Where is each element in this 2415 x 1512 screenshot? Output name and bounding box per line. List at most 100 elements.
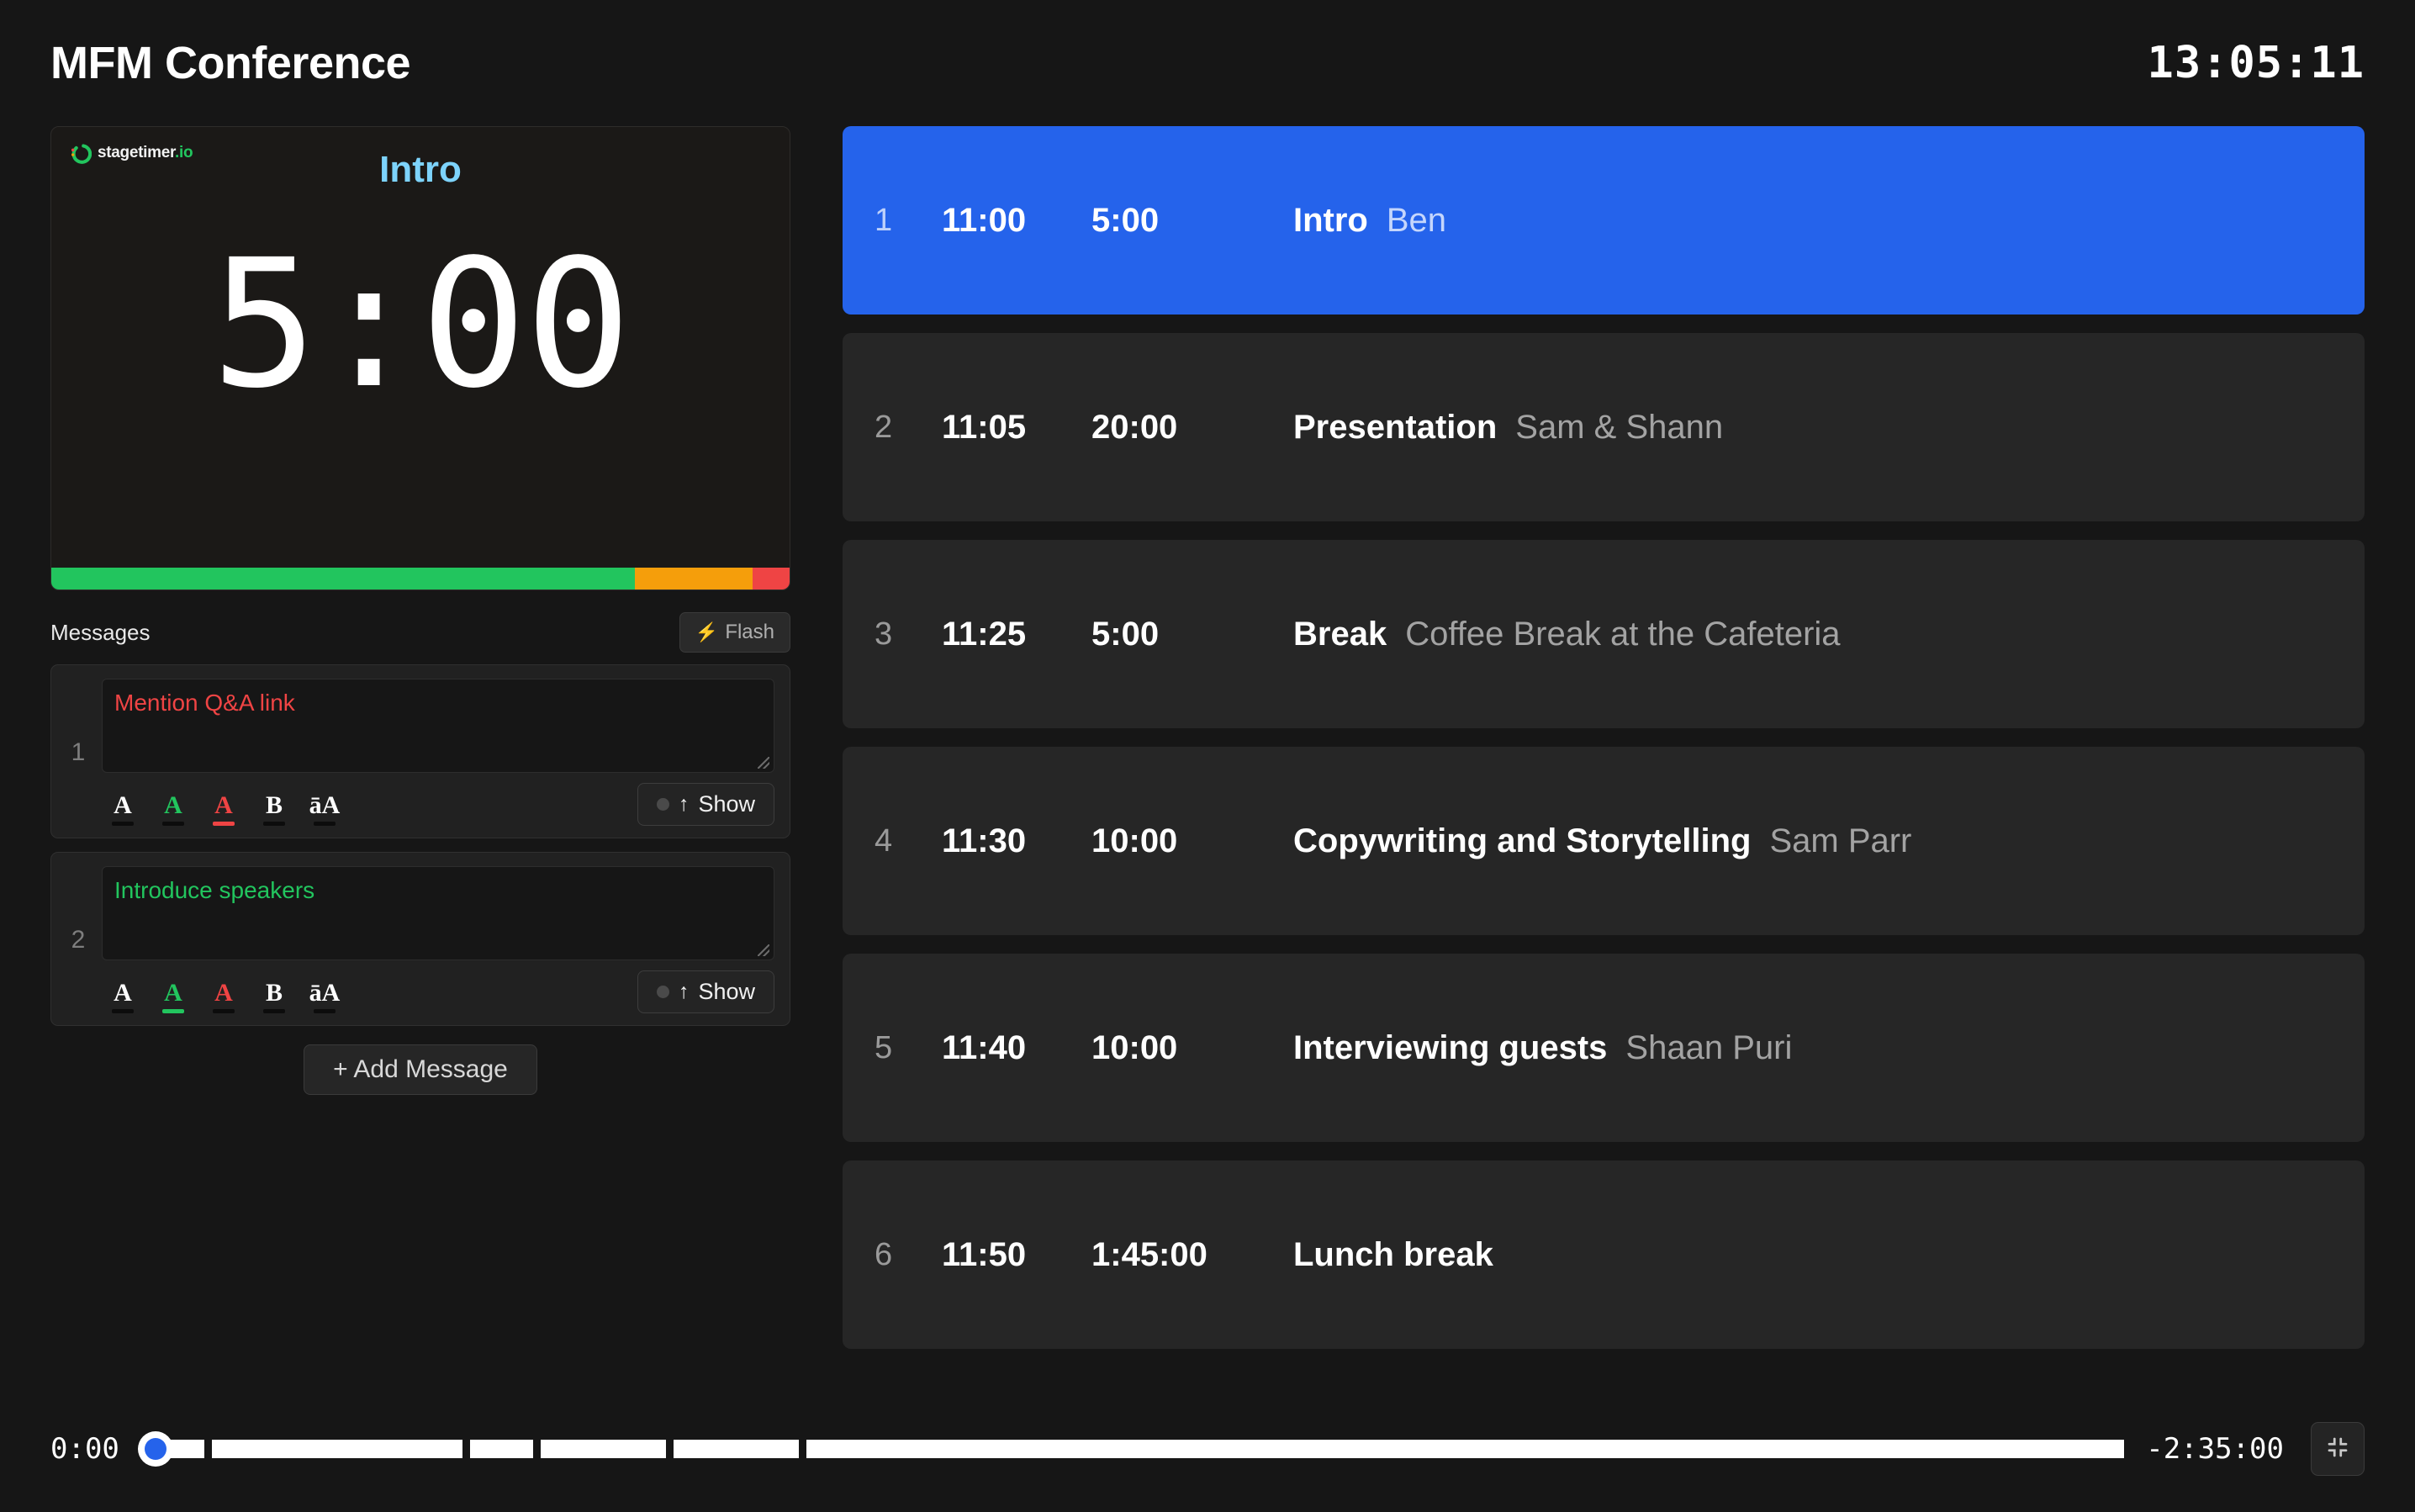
format-active-bar bbox=[112, 1009, 134, 1013]
show-button-label: Show bbox=[698, 791, 755, 817]
agenda-row[interactable]: 2 11:05 20:00 Presentation Sam & Shann bbox=[843, 333, 2365, 521]
message-text-input[interactable]: Mention Q&A link bbox=[102, 679, 774, 773]
agenda-row-index: 1 bbox=[875, 202, 893, 238]
agenda-row-index: 2 bbox=[875, 409, 893, 445]
format-button-color-green[interactable]: A bbox=[156, 981, 191, 1013]
format-glyph: A bbox=[164, 979, 182, 1007]
timeline-track[interactable] bbox=[140, 1440, 2125, 1458]
message-toolbar: A A A BāA ↑ Show bbox=[102, 783, 774, 826]
agenda-row-start-time: 11:40 bbox=[942, 1028, 1027, 1066]
show-status-dot bbox=[656, 986, 669, 998]
message-index: 2 bbox=[71, 925, 86, 954]
agenda-row-duration: 10:00 bbox=[1091, 822, 1178, 859]
agenda-row[interactable]: 5 11:40 10:00 Interviewing guests Shaan Puri bbox=[843, 954, 2365, 1142]
agenda-row[interactable]: 1 11:00 5:00 Intro Ben bbox=[843, 126, 2365, 315]
agenda-row-duration: 20:00 bbox=[1091, 408, 1178, 446]
message-text-input[interactable]: Introduce speakers bbox=[102, 866, 774, 960]
agenda-row-start-time: 11:25 bbox=[942, 615, 1027, 653]
show-message-button[interactable]: ↑ Show bbox=[637, 783, 774, 826]
agenda-row-duration: 5:00 bbox=[1091, 615, 1160, 653]
agenda-row-title: Intro bbox=[1293, 201, 1368, 239]
arrow-up-icon: ↑ bbox=[678, 792, 690, 816]
flash-button[interactable]: ⚡ Flash bbox=[679, 612, 790, 653]
format-glyph: B bbox=[265, 979, 283, 1007]
stagetimer-controller: MFM Conference 13:05:11 stagetimer.io In… bbox=[0, 0, 2415, 1512]
format-button-group: A A A BāA bbox=[102, 981, 342, 1013]
format-button-color-green[interactable]: A bbox=[156, 793, 191, 826]
agenda-row[interactable]: 4 11:30 10:00 Copywriting and Storytelling S… bbox=[843, 747, 2365, 935]
timeline-segment[interactable] bbox=[540, 1440, 666, 1458]
agenda-row[interactable]: 6 11:50 1:45:00 Lunch break bbox=[843, 1160, 2365, 1349]
format-button-color-white[interactable]: A bbox=[105, 981, 140, 1013]
show-button-label: Show bbox=[698, 979, 755, 1004]
agenda-row-title: Lunch break bbox=[1293, 1235, 1493, 1273]
messages-label: Messages bbox=[50, 619, 151, 645]
timeline-track-wrap[interactable] bbox=[137, 1430, 2125, 1467]
format-active-bar bbox=[314, 822, 336, 826]
format-active-bar bbox=[162, 822, 184, 826]
agenda-row-start-time: 11:30 bbox=[942, 822, 1027, 859]
agenda-row-index: 5 bbox=[875, 1029, 893, 1065]
timeline-segment[interactable] bbox=[470, 1440, 533, 1458]
timeline-playhead[interactable] bbox=[137, 1431, 173, 1467]
agenda-row-index: 4 bbox=[875, 822, 893, 859]
format-active-bar bbox=[213, 822, 235, 826]
agenda-list: 1 11:00 5:00 Intro Ben 2 11:05 20:00 Presentatio… bbox=[843, 126, 2365, 1386]
show-message-button[interactable]: ↑ Show bbox=[637, 970, 774, 1013]
format-glyph: āA bbox=[309, 791, 341, 819]
format-button-bold[interactable]: B bbox=[256, 793, 292, 826]
format-button-capitalize[interactable]: āA bbox=[307, 981, 342, 1013]
add-message-button[interactable]: + Add Message bbox=[304, 1044, 537, 1095]
format-active-bar bbox=[112, 822, 134, 826]
format-button-color-white[interactable]: A bbox=[105, 793, 140, 826]
agenda-row-title: Presentation bbox=[1293, 408, 1498, 446]
message-index: 1 bbox=[71, 737, 86, 766]
format-button-group: A A A BāA bbox=[102, 793, 342, 826]
message-body: Introduce speakers A A A BāA ↑ Show bbox=[102, 866, 774, 1013]
viewer-countdown: 5:00 bbox=[211, 221, 631, 427]
agenda-row[interactable]: 3 11:25 5:00 Break Coffee Break at the Cafet… bbox=[843, 540, 2365, 728]
timeline-segment[interactable] bbox=[673, 1440, 800, 1458]
agenda-row-start-time: 11:50 bbox=[942, 1235, 1027, 1273]
agenda-row-title: Copywriting and Storytelling bbox=[1293, 822, 1752, 859]
agenda-row-duration: 10:00 bbox=[1091, 1028, 1178, 1066]
format-glyph: A bbox=[214, 791, 233, 819]
format-active-bar bbox=[213, 1009, 235, 1013]
arrow-up-icon: ↑ bbox=[678, 980, 690, 1003]
format-button-bold[interactable]: B bbox=[256, 981, 292, 1013]
flash-button-label: Flash bbox=[725, 621, 774, 643]
format-active-bar bbox=[314, 1009, 336, 1013]
format-button-color-red[interactable]: A bbox=[206, 793, 241, 826]
format-active-bar bbox=[263, 1009, 285, 1013]
format-active-bar bbox=[162, 1009, 184, 1013]
timeline-elapsed: 0:00 bbox=[50, 1432, 119, 1466]
exit-fullscreen-button[interactable] bbox=[2311, 1422, 2365, 1476]
agenda-row-speaker: Sam & Shann bbox=[1515, 408, 1724, 446]
timeline-segment[interactable] bbox=[806, 1440, 2125, 1458]
progress-segment-2 bbox=[753, 568, 790, 589]
progress-segment-1 bbox=[634, 568, 753, 589]
show-status-dot bbox=[656, 798, 669, 811]
format-button-capitalize[interactable]: āA bbox=[307, 793, 342, 826]
agenda-row-start-time: 11:05 bbox=[942, 408, 1027, 446]
agenda-row-index: 6 bbox=[875, 1236, 893, 1272]
page-title: MFM Conference bbox=[50, 38, 411, 88]
format-button-color-red[interactable]: A bbox=[206, 981, 241, 1013]
timer-viewer-preview[interactable]: stagetimer.io Intro 5:00 bbox=[50, 126, 790, 590]
viewer-cue-title: Intro bbox=[379, 149, 462, 190]
app-header: MFM Conference 13:05:11 bbox=[50, 0, 2365, 126]
format-active-bar bbox=[263, 822, 285, 826]
agenda-row-speaker: Coffee Break at the Cafeteria bbox=[1405, 615, 1841, 653]
format-glyph: B bbox=[265, 791, 283, 819]
agenda-row-duration: 5:00 bbox=[1091, 201, 1160, 239]
message-toolbar: A A A BāA ↑ Show bbox=[102, 970, 774, 1013]
agenda-row-speaker: Shaan Puri bbox=[1625, 1028, 1793, 1066]
format-glyph: A bbox=[114, 791, 132, 819]
messages-header: Messages ⚡ Flash bbox=[50, 612, 790, 653]
timer-progress-bar bbox=[51, 568, 790, 589]
timeline-remaining: -2:35:00 bbox=[2146, 1432, 2284, 1466]
agenda-row-speaker: Sam Parr bbox=[1769, 822, 1912, 859]
agenda-row-duration: 1:45:00 bbox=[1091, 1235, 1208, 1273]
timeline-segment[interactable] bbox=[211, 1440, 463, 1458]
main-body: stagetimer.io Intro 5:00 Messages ⚡ Flas… bbox=[50, 126, 2365, 1386]
